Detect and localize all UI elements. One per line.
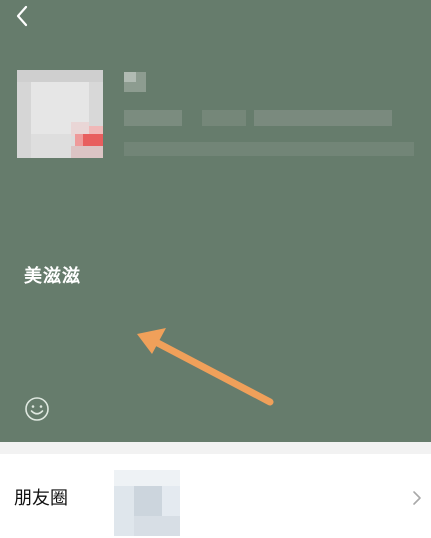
- chevron-right-icon: [413, 491, 421, 505]
- account-id-blurred-part: [254, 110, 392, 126]
- smiley-icon: [25, 397, 49, 421]
- avatar[interactable]: [17, 70, 103, 158]
- account-id-blurred: [124, 110, 182, 126]
- account-id-blurred-part: [202, 110, 246, 126]
- emoji-status-button[interactable]: [24, 396, 50, 422]
- annotation-arrow: [137, 328, 274, 406]
- moments-thumbnail: [114, 470, 180, 536]
- moments-label: 朋友圈: [14, 488, 68, 509]
- region-blurred: [124, 142, 414, 156]
- profile-header: 美滋滋: [0, 0, 431, 442]
- moments-entry[interactable]: 朋友圈: [0, 454, 431, 538]
- nickname-blurred: [124, 72, 146, 92]
- back-button[interactable]: [8, 2, 36, 30]
- status-signature[interactable]: 美滋滋: [24, 262, 81, 288]
- chevron-left-icon: [16, 5, 28, 27]
